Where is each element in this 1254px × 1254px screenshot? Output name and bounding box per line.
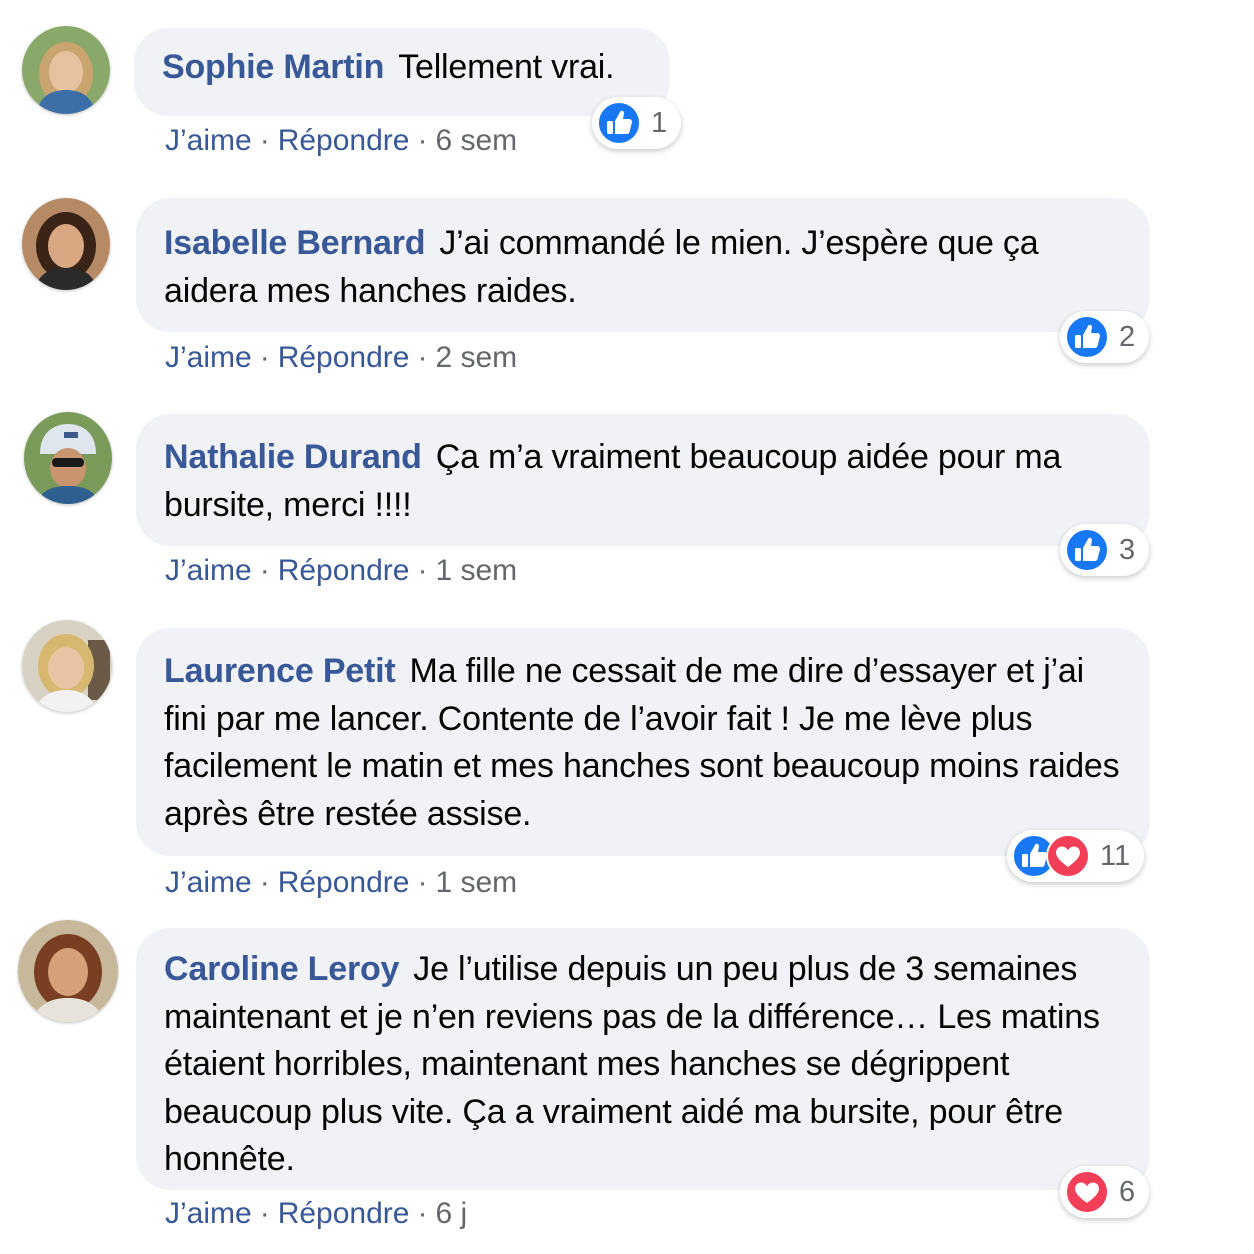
reaction-count: 1 — [651, 106, 668, 139]
comment-actions: J’aime · Répondre · 6 sem — [165, 124, 517, 158]
reply-link[interactable]: Répondre — [278, 341, 410, 374]
reply-link[interactable]: Répondre — [278, 1197, 410, 1230]
separator: · — [259, 554, 270, 587]
reply-link[interactable]: Répondre — [278, 866, 410, 899]
separator: · — [259, 1197, 270, 1230]
like-link[interactable]: J’aime — [165, 341, 252, 374]
separator: · — [417, 866, 428, 899]
avatar[interactable] — [22, 26, 110, 114]
like-link[interactable]: J’aime — [165, 554, 252, 587]
reply-link[interactable]: Répondre — [278, 554, 410, 587]
like-link[interactable]: J’aime — [165, 866, 252, 899]
comment-text: Tellement vrai. — [398, 48, 615, 86]
comment-actions: J’aime · Répondre · 1 sem — [165, 554, 517, 588]
heart-icon — [1046, 834, 1090, 878]
avatar[interactable] — [18, 920, 118, 1022]
like-link[interactable]: J’aime — [165, 1197, 252, 1230]
comment-actions: J’aime · Répondre · 6 j — [165, 1197, 467, 1231]
like-icon — [597, 101, 641, 145]
reaction-summary[interactable]: 1 — [592, 97, 682, 149]
separator: · — [417, 124, 428, 157]
comment-bubble: Laurence Petit Ma fille ne cessait de me … — [136, 628, 1150, 856]
reaction-summary[interactable]: 2 — [1060, 311, 1150, 363]
comment-time: 6 j — [435, 1197, 468, 1230]
avatar[interactable] — [22, 620, 112, 712]
comment-bubble: Nathalie Durand Ça m’a vraiment beaucoup … — [136, 414, 1150, 546]
reaction-count: 3 — [1119, 533, 1136, 566]
separator: · — [417, 1197, 428, 1230]
comment-author[interactable]: Sophie Martin — [162, 48, 384, 86]
reaction-count: 11 — [1100, 839, 1131, 872]
comment-author[interactable]: Laurence Petit — [164, 652, 396, 690]
comment-bubble: Caroline Leroy Je l’utilise depuis un peu… — [136, 928, 1150, 1190]
like-icon — [1065, 528, 1109, 572]
like-icon — [1065, 315, 1109, 359]
reaction-summary[interactable]: 6 — [1060, 1166, 1150, 1218]
reply-link[interactable]: Répondre — [278, 124, 410, 157]
avatar[interactable] — [22, 198, 110, 290]
reaction-summary[interactable]: 3 — [1060, 524, 1150, 576]
reaction-summary[interactable]: 11 — [1007, 830, 1145, 882]
comment-bubble: Sophie Martin Tellement vrai. — [134, 28, 670, 116]
comment-time: 1 sem — [435, 554, 518, 587]
reaction-count: 6 — [1119, 1175, 1136, 1208]
separator: · — [259, 866, 270, 899]
separator: · — [259, 341, 270, 374]
comment-time: 2 sem — [435, 341, 518, 374]
comment-actions: J’aime · Répondre · 1 sem — [165, 866, 517, 900]
separator: · — [259, 124, 270, 157]
comment-time: 1 sem — [435, 866, 518, 899]
reaction-count: 2 — [1119, 320, 1136, 353]
heart-icon — [1065, 1170, 1109, 1214]
like-link[interactable]: J’aime — [165, 124, 252, 157]
comment-author[interactable]: Caroline Leroy — [164, 950, 399, 988]
avatar[interactable] — [24, 412, 112, 504]
comment-author[interactable]: Nathalie Durand — [164, 438, 422, 476]
separator: · — [417, 554, 428, 587]
comment-actions: J’aime · Répondre · 2 sem — [165, 341, 517, 375]
comment-author[interactable]: Isabelle Bernard — [164, 224, 426, 262]
comment-time: 6 sem — [435, 124, 518, 157]
comment-bubble: Isabelle Bernard J’ai commandé le mien. J… — [136, 198, 1150, 332]
separator: · — [417, 341, 428, 374]
